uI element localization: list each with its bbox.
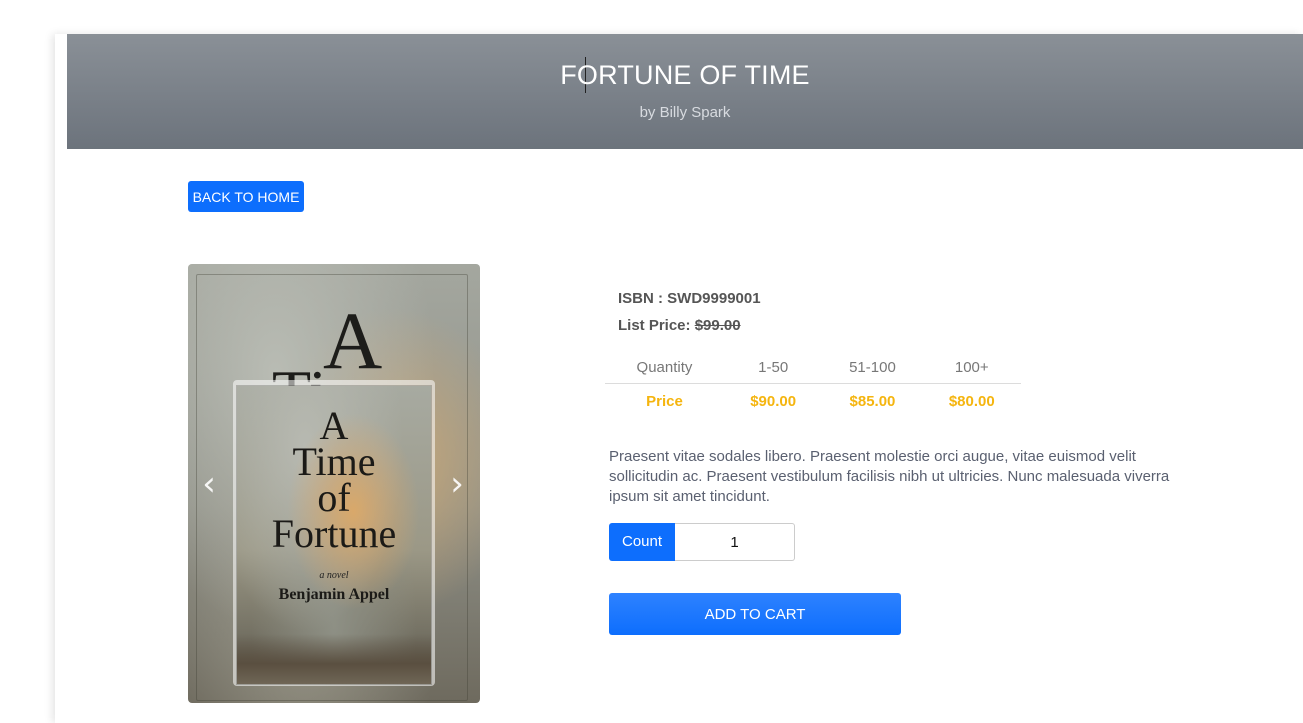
pricing-value-cell: $85.00	[849, 393, 896, 410]
pricing-value-cell: $90.00	[750, 393, 797, 410]
pricing-header-cell: 1-50	[723, 352, 823, 384]
list-price: List Price: $99.00	[618, 317, 741, 334]
author-subtitle: by Billy Spark	[639, 104, 731, 121]
cover-author: Benjamin Appel	[278, 586, 390, 603]
pricing-value-row: Price $90.00 $85.00 $80.00	[605, 384, 1021, 420]
cover-subtitle: a novel	[319, 570, 349, 581]
page-title: FORTUNE OF TIME	[560, 60, 810, 90]
cover-title-line: Fortune	[271, 511, 397, 556]
chevron-right-icon[interactable]: ›	[442, 464, 472, 504]
count-label: Count	[609, 523, 675, 561]
pricing-table: Quantity 1-50 51-100 100+ Price $90.00 $…	[605, 352, 1021, 419]
pricing-header-cell: 100+	[922, 352, 1021, 384]
cover-letter-a: A	[323, 295, 383, 386]
book-cover-thumbnail-image: A Time of Fortune a novel Benjamin Appel	[237, 386, 431, 684]
list-price-value: $99.00	[694, 317, 741, 334]
cover-title: A Time of Fortune	[237, 406, 431, 556]
pricing-header-cell: 51-100	[822, 352, 923, 384]
book-cover-thumbnail[interactable]: A Time of Fortune a novel Benjamin Appel	[233, 380, 435, 686]
count-input[interactable]	[675, 523, 795, 561]
pricing-header-row: Quantity 1-50 51-100 100+	[605, 352, 1021, 384]
page-banner: FORTUNE OF TIME by Billy Spark	[67, 34, 1303, 149]
count-input-group: Count	[609, 523, 795, 561]
add-to-cart-button[interactable]: ADD TO CART	[609, 593, 901, 635]
product-description: Praesent vitae sodales libero. Praesent …	[609, 448, 1170, 505]
list-price-label: List Price:	[618, 317, 691, 334]
pricing-value-cell: Price	[646, 393, 683, 410]
back-to-home-button[interactable]: BACK TO HOME	[188, 181, 304, 212]
chevron-left-icon[interactable]: ‹	[194, 464, 224, 504]
pricing-value-cell: $80.00	[948, 393, 995, 410]
isbn-label: ISBN : SWD9999001	[618, 290, 761, 307]
cover-landscape	[237, 634, 431, 684]
book-image-carousel: A Ti A Time of Fortune a novel Benjamin …	[188, 264, 480, 703]
pricing-header-cell: Quantity	[605, 352, 724, 384]
